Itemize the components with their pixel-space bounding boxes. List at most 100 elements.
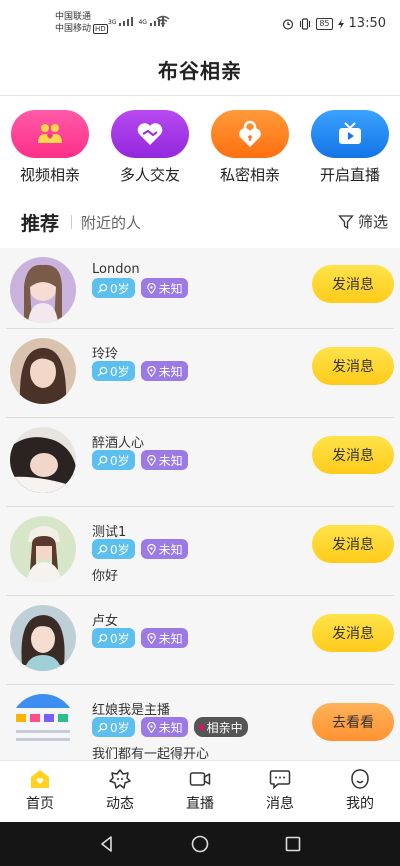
- age-tag: 0岁: [92, 628, 135, 648]
- age-value: 0岁: [110, 542, 130, 557]
- nav-moments[interactable]: 动态: [80, 761, 160, 822]
- list-item[interactable]: 卢女 0岁 未知 发消息: [6, 596, 394, 685]
- location-pin-icon: [146, 282, 156, 294]
- system-nav-bar: [0, 822, 400, 866]
- nav-label-home: 首页: [26, 796, 54, 812]
- location-value: 未知: [158, 542, 183, 557]
- list-item[interactable]: 玲玲 0岁 未知 发消息: [6, 329, 394, 418]
- tab-bar: 推荐 附近的人 筛选: [0, 196, 400, 248]
- live-dot: [198, 724, 204, 730]
- send-message-button[interactable]: 发消息: [312, 347, 394, 385]
- nav-label-messages: 消息: [266, 796, 294, 812]
- live-status-badge: 相亲中: [193, 717, 248, 737]
- handshake-button[interactable]: [111, 110, 189, 158]
- age-tag: 0岁: [92, 539, 135, 559]
- status-bar: 中国联通 中国移动 HD 3G 4G 85 13:50: [0, 0, 400, 44]
- age-value: 0岁: [110, 281, 130, 296]
- male-search-icon: [97, 283, 108, 294]
- back-icon[interactable]: [97, 834, 117, 854]
- filter-icon: [338, 214, 354, 229]
- age-value: 0岁: [110, 720, 130, 735]
- location-value: 未知: [158, 720, 183, 735]
- avatar[interactable]: [10, 516, 76, 582]
- send-message-button[interactable]: 发消息: [312, 265, 394, 303]
- tv-icon: [339, 122, 361, 144]
- handshake-heart-icon: [137, 123, 163, 145]
- net-2: 4G: [138, 19, 147, 26]
- list-item[interactable]: London 0岁 未知 发消息: [6, 248, 394, 329]
- location-tag: 未知: [140, 539, 188, 559]
- carrier-2: 中国移动: [55, 24, 92, 34]
- heart-lock-button[interactable]: [211, 110, 289, 158]
- tv-button[interactable]: [311, 110, 389, 158]
- net-1: 3G: [108, 19, 117, 26]
- male-search-icon: [97, 722, 108, 733]
- carrier-1: 中国联通: [55, 12, 92, 22]
- tab-recommend[interactable]: 推荐: [21, 209, 59, 236]
- home-icon: [31, 770, 49, 788]
- avatar[interactable]: [10, 605, 76, 671]
- location-pin-icon: [146, 365, 156, 377]
- filter-button[interactable]: 筛选: [338, 211, 388, 232]
- avatar[interactable]: [10, 257, 76, 323]
- age-value: 0岁: [110, 453, 130, 468]
- nav-messages[interactable]: 消息: [240, 761, 320, 822]
- age-tag: 0岁: [92, 717, 135, 737]
- nav-live[interactable]: 直播: [160, 761, 240, 822]
- location-value: 未知: [158, 631, 183, 646]
- send-message-button[interactable]: 发消息: [312, 525, 394, 563]
- filter-label: 筛选: [357, 213, 388, 231]
- tab-nearby[interactable]: 附近的人: [81, 212, 141, 233]
- quick-group-friends[interactable]: 多人交友: [100, 96, 200, 196]
- user-list: London 0岁 未知 发消息 玲玲 0岁 未知 发消息 醉酒人心 0岁 未知…: [0, 248, 400, 760]
- location-value: 未知: [158, 281, 183, 296]
- male-search-icon: [97, 633, 108, 644]
- send-message-button[interactable]: 发消息: [312, 436, 394, 474]
- location-pin-icon: [146, 632, 156, 644]
- signature: 你好: [92, 569, 119, 584]
- location-pin-icon: [146, 454, 156, 466]
- list-item[interactable]: 红娘我是主播 0岁 未知 相亲中 我们都有一起得开心 去看看: [6, 685, 394, 760]
- recent-apps-icon[interactable]: [283, 834, 303, 854]
- avatar[interactable]: [10, 427, 76, 493]
- couple-icon: [38, 124, 62, 143]
- quick-start-live[interactable]: 开启直播: [300, 96, 400, 196]
- status-right: 85 13:50: [282, 16, 386, 31]
- watch-live-button[interactable]: 去看看: [312, 703, 394, 741]
- send-message-button[interactable]: 发消息: [312, 614, 394, 652]
- carrier-info: 中国联通 中国移动 HD: [55, 11, 108, 35]
- nickname: 测试1: [92, 525, 127, 540]
- nav-profile[interactable]: 我的: [320, 761, 400, 822]
- location-tag: 未知: [140, 361, 188, 381]
- location-value: 未知: [158, 453, 183, 468]
- heart-lock-icon: [239, 120, 261, 147]
- location-tag: 未知: [140, 450, 188, 470]
- charging-icon: [337, 18, 344, 29]
- quick-label-start-live: 开启直播: [319, 166, 380, 184]
- user-tags: 0岁 未知: [92, 539, 188, 559]
- nav-label-profile: 我的: [346, 796, 374, 812]
- nickname: London: [92, 262, 140, 277]
- tab-divider: [71, 215, 73, 229]
- message-icon: [269, 770, 291, 790]
- quick-video-dating[interactable]: 视频相亲: [0, 96, 100, 196]
- user-tags: 0岁 未知: [92, 278, 188, 298]
- wifi-icon: [156, 15, 170, 27]
- quick-private-dating[interactable]: 私密相亲: [200, 96, 300, 196]
- age-value: 0岁: [110, 364, 130, 379]
- quick-label-group-friends: 多人交友: [119, 166, 180, 184]
- location-pin-icon: [146, 721, 156, 733]
- male-search-icon: [97, 366, 108, 377]
- list-item[interactable]: 醉酒人心 0岁 未知 发消息: [6, 418, 394, 507]
- quick-label-private-dating: 私密相亲: [219, 166, 280, 184]
- quick-actions: 视频相亲 多人交友 私密相亲 开启直播: [0, 96, 400, 196]
- alarm-icon: [283, 18, 294, 30]
- nickname: 卢女: [92, 614, 119, 629]
- clock: 13:50: [348, 16, 386, 31]
- home-circle-icon[interactable]: [190, 834, 210, 854]
- avatar[interactable]: [10, 338, 76, 404]
- avatar[interactable]: [10, 694, 76, 760]
- couple-icon-button[interactable]: [11, 110, 89, 158]
- list-item[interactable]: 测试1 0岁 未知 你好 发消息: [6, 507, 394, 596]
- nav-home[interactable]: 首页: [0, 761, 80, 822]
